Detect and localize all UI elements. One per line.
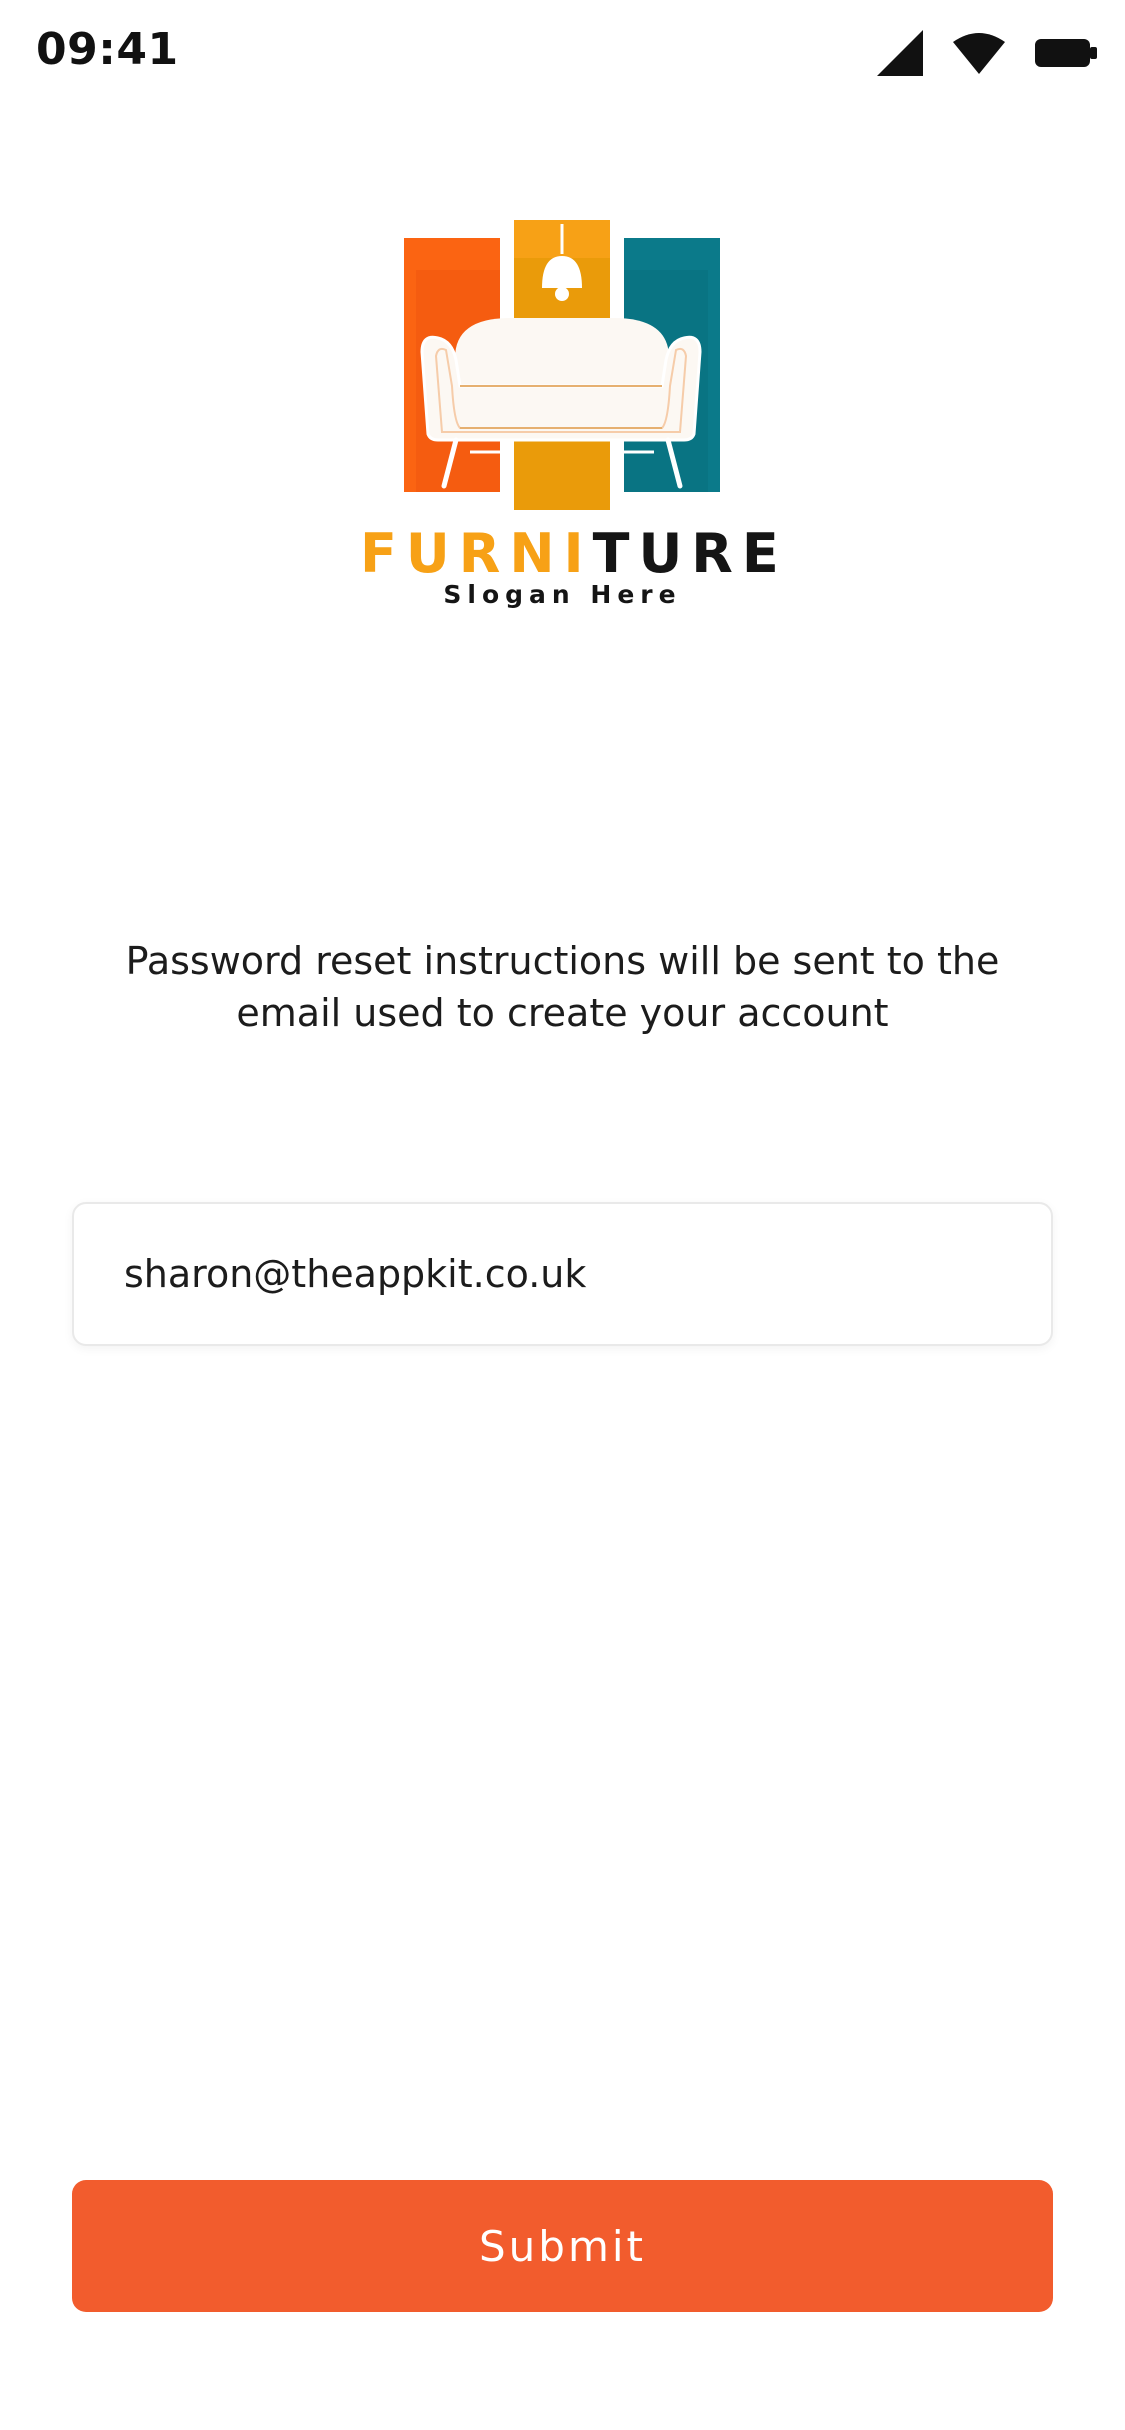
instructions-line-2: email used to create your account — [236, 991, 889, 1035]
email-input[interactable] — [74, 1204, 1051, 1344]
wifi-icon — [953, 32, 1005, 74]
cellular-signal-icon — [877, 30, 923, 76]
reset-instructions: Password reset instructions will be sent… — [100, 935, 1025, 1039]
logo-wordmark: FURNITURE — [360, 522, 779, 586]
status-bar: 09:41 — [0, 0, 1125, 110]
logo-word-part2: TURE — [592, 522, 788, 585]
logo-word-part1: FURNI — [360, 522, 593, 585]
battery-icon — [1035, 37, 1097, 69]
instructions-line-1: Password reset instructions will be sent… — [125, 939, 1000, 983]
logo-slogan: Slogan Here — [443, 580, 682, 609]
status-icons — [877, 28, 1097, 78]
submit-button[interactable]: Submit — [72, 2180, 1053, 2312]
email-field[interactable] — [72, 1202, 1053, 1346]
furniture-logo-icon — [404, 220, 720, 510]
status-time: 09:41 — [36, 24, 179, 75]
brand-logo: FURNITURE Slogan Here — [360, 210, 779, 610]
